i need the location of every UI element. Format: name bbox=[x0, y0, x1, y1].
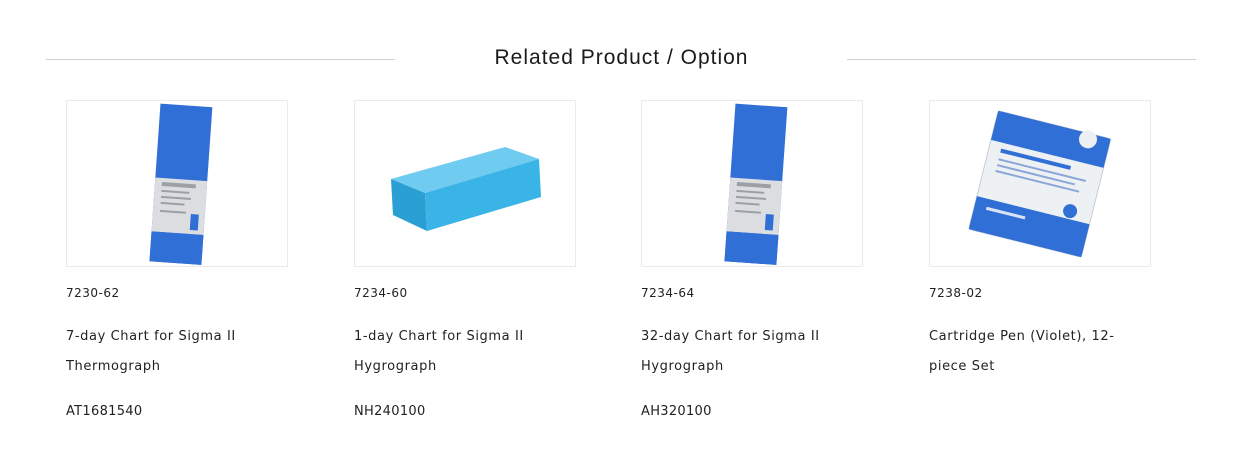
section-heading: Related Product / Option bbox=[0, 40, 1243, 80]
product-card[interactable]: 7234-64 32-day Chart for Sigma II Hygrog… bbox=[641, 100, 881, 382]
related-products-section: Related Product / Option 7230-62 7-day C… bbox=[0, 0, 1243, 455]
product-name-link[interactable]: 7-day Chart for Sigma II Thermograph bbox=[66, 322, 266, 382]
product-image-link[interactable] bbox=[354, 100, 576, 267]
product-name-line: Cartridge Pen (Violet), 12- bbox=[929, 329, 1115, 344]
product-sku: AT1681540 bbox=[66, 404, 143, 419]
product-code: 7238-02 bbox=[929, 286, 983, 300]
product-name-line: Hygrograph bbox=[641, 359, 724, 374]
blue-box-icon bbox=[391, 147, 541, 231]
product-name-line: 1-day Chart for Sigma II bbox=[354, 329, 524, 344]
product-code: 7234-64 bbox=[641, 286, 695, 300]
product-image-link[interactable] bbox=[66, 100, 288, 267]
product-code: 7230-62 bbox=[66, 286, 120, 300]
product-name-link[interactable]: 32-day Chart for Sigma II Hygrograph bbox=[641, 322, 841, 382]
heading-rule-right bbox=[847, 59, 1196, 60]
product-sku: AH320100 bbox=[641, 404, 712, 419]
product-card[interactable]: 7238-02 Cartridge Pen (Violet), 12- piec… bbox=[929, 100, 1169, 382]
product-code: 7234-60 bbox=[354, 286, 408, 300]
product-name-link[interactable]: 1-day Chart for Sigma II Hygrograph bbox=[354, 322, 554, 382]
product-card[interactable]: 7234-60 1-day Chart for Sigma II Hygrogr… bbox=[354, 100, 594, 382]
pen-cartridge-pack-icon bbox=[968, 110, 1111, 258]
product-name-line: 32-day Chart for Sigma II bbox=[641, 329, 820, 344]
product-name-line: Thermograph bbox=[66, 359, 161, 374]
product-name-link[interactable]: Cartridge Pen (Violet), 12- piece Set bbox=[929, 322, 1129, 382]
product-image-link[interactable] bbox=[641, 100, 863, 267]
product-card[interactable]: 7230-62 7-day Chart for Sigma II Thermog… bbox=[66, 100, 306, 382]
product-name-line: piece Set bbox=[929, 359, 995, 374]
section-title: Related Product / Option bbox=[494, 46, 749, 69]
product-sku: NH240100 bbox=[354, 404, 426, 419]
product-image-link[interactable] bbox=[929, 100, 1151, 267]
product-name-line: Hygrograph bbox=[354, 359, 437, 374]
chart-paper-roll-icon bbox=[149, 103, 213, 265]
chart-paper-roll-icon bbox=[724, 103, 788, 265]
product-name-line: 7-day Chart for Sigma II bbox=[66, 329, 236, 344]
